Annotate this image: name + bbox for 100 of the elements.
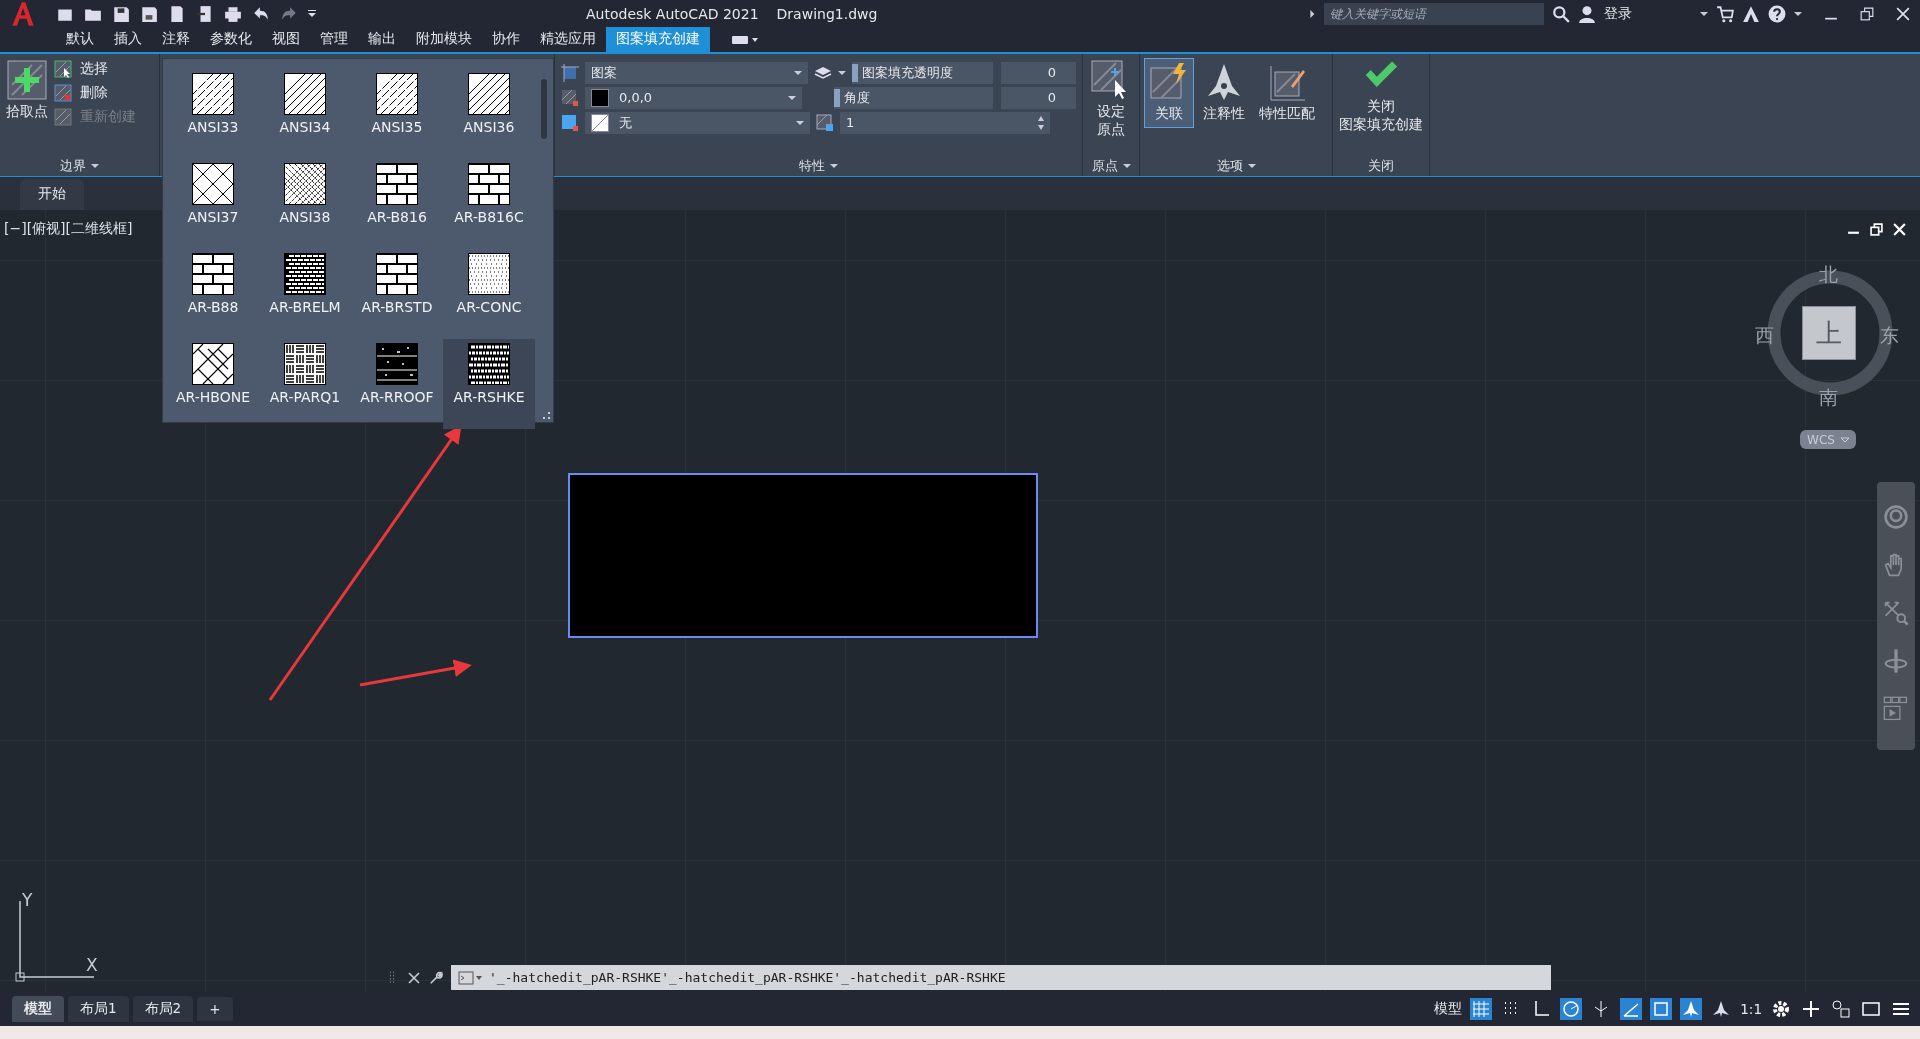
panel-title[interactable]: 边界 xyxy=(60,156,86,176)
annotation-scale-button[interactable]: 1:1 xyxy=(1740,1001,1762,1017)
angle-slider[interactable]: 角度 xyxy=(833,86,993,109)
wrench-icon[interactable] xyxy=(429,969,443,986)
osnap-icon[interactable] xyxy=(1650,998,1673,1020)
compass-label[interactable]: 南 xyxy=(1819,385,1838,411)
close-hatch-creation-button[interactable]: 关闭 图案填充创建 xyxy=(1337,58,1425,156)
grid-icon[interactable] xyxy=(1470,998,1493,1020)
transparency-slider[interactable]: 图案填充透明度 xyxy=(852,61,993,84)
transparency-field[interactable]: 0 xyxy=(1001,61,1076,84)
slider-thumb[interactable] xyxy=(833,88,840,107)
restore-icon[interactable] xyxy=(1860,6,1874,21)
polar-icon[interactable] xyxy=(1560,998,1583,1020)
ribbon-tab[interactable]: 视图 xyxy=(262,27,310,52)
caret-icon[interactable] xyxy=(830,162,838,170)
print-icon[interactable] xyxy=(224,4,242,23)
hatch-pattern-tile[interactable]: AR-HBONE xyxy=(167,339,259,429)
panel-title[interactable]: 选项 xyxy=(1216,156,1243,176)
close-icon[interactable] xyxy=(1896,6,1910,21)
boundary-button[interactable]: 删除 xyxy=(54,84,136,102)
scale-spinner[interactable]: 1 xyxy=(840,111,1050,134)
layout-tab[interactable]: 布局2 xyxy=(132,996,194,1022)
caret-icon[interactable] xyxy=(1794,9,1802,18)
ribbon-tab[interactable]: 注释 xyxy=(152,27,200,52)
hatch-pattern-tile[interactable]: AR-RSHKE xyxy=(443,339,535,429)
document-icon[interactable] xyxy=(168,4,186,23)
expand-arrow-icon[interactable] xyxy=(1308,9,1316,18)
triangle-logo-icon[interactable] xyxy=(1742,4,1760,23)
model-space-button[interactable]: 模型 xyxy=(1434,1000,1463,1018)
option-button[interactable]: 特性匹配 xyxy=(1254,58,1320,128)
layout-tab[interactable]: 布局1 xyxy=(68,996,129,1022)
caret-icon[interactable] xyxy=(1700,9,1708,18)
hatch-pattern-tile[interactable]: AR-B88 xyxy=(167,249,259,339)
viewcube-face[interactable]: 上 xyxy=(1802,306,1856,360)
caret-icon[interactable] xyxy=(796,118,804,127)
command-prompt-icon[interactable] xyxy=(457,970,483,985)
pick-points-button[interactable]: 拾取点 xyxy=(4,58,50,156)
zoom-extents-icon[interactable] xyxy=(1883,600,1909,626)
hatch-pattern-tile[interactable]: AR-PARQ1 xyxy=(259,339,351,429)
hatch-pattern-tile[interactable]: AR-BRSTD xyxy=(351,249,443,339)
orbit-icon[interactable] xyxy=(1883,648,1909,674)
app-logo-icon[interactable] xyxy=(10,0,36,27)
ribbon-tab[interactable]: 附加模块 xyxy=(406,27,482,52)
ribbon-tab[interactable]: 默认 xyxy=(56,27,104,52)
scrollbar[interactable] xyxy=(541,79,547,139)
ribbon-tab[interactable]: 参数化 xyxy=(200,27,262,52)
ribbon-tab[interactable]: 协作 xyxy=(482,27,530,52)
compass-label[interactable]: 西 xyxy=(1755,323,1774,349)
plus-icon[interactable] xyxy=(1800,998,1822,1020)
hatch-pattern-tile[interactable]: AR-RROOF xyxy=(351,339,443,429)
caret-icon[interactable] xyxy=(787,93,796,102)
help-icon[interactable] xyxy=(1768,4,1786,23)
background-color-dropdown[interactable]: 无 xyxy=(585,111,810,134)
ribbon-tab[interactable]: 精选应用 xyxy=(530,27,606,52)
caret-icon[interactable] xyxy=(1247,162,1256,170)
caret-icon[interactable] xyxy=(1122,162,1131,170)
export-icon[interactable] xyxy=(196,4,214,23)
boundary-button[interactable]: 选择 xyxy=(54,60,136,78)
option-button[interactable]: 关联 xyxy=(1144,58,1194,128)
command-line-field[interactable]: '_-hatchedit_pAR-RSHKE'_-hatchedit_pAR-RSHKE'_-hatchedit_pAR-RSHKE xyxy=(451,965,1551,990)
caret-icon[interactable] xyxy=(308,9,316,18)
isolate-icon[interactable] xyxy=(1830,998,1852,1020)
settings-icon[interactable] xyxy=(1770,998,1792,1020)
restore-icon[interactable] xyxy=(1870,223,1883,236)
ribbon-tab[interactable]: 图案填充创建 xyxy=(606,27,710,52)
save-as-icon[interactable] xyxy=(140,4,158,23)
viewport-controls[interactable]: [−][俯视][二维线框] xyxy=(4,220,133,238)
hatch-pattern-tile[interactable]: ANSI36 xyxy=(443,69,535,159)
search-field[interactable]: 键入关键字或短语 xyxy=(1324,2,1544,25)
layout-tab[interactable]: 模型 xyxy=(12,996,64,1022)
panel-title[interactable]: 原点 xyxy=(1091,156,1118,176)
caret-icon[interactable] xyxy=(838,68,847,77)
hatch-color-dropdown[interactable]: 0,0,0 xyxy=(585,86,802,109)
hatch-pattern-tile[interactable]: ANSI33 xyxy=(167,69,259,159)
option-button[interactable]: 注释性 xyxy=(1198,58,1250,128)
set-origin-button[interactable]: 设定原点 xyxy=(1089,58,1133,156)
file-tab[interactable]: 开始 xyxy=(20,179,84,210)
panel-toggle-icon[interactable] xyxy=(730,34,760,46)
cart-icon[interactable] xyxy=(1716,4,1734,23)
hatch-pattern-tile[interactable]: AR-CONC xyxy=(443,249,535,339)
slider-thumb[interactable] xyxy=(852,63,859,82)
hatched-rectangle[interactable] xyxy=(568,473,1038,638)
ribbon-tab[interactable]: 管理 xyxy=(310,27,358,52)
resize-grip-icon[interactable] xyxy=(543,412,551,420)
osnap-track-icon[interactable] xyxy=(1620,998,1643,1020)
sign-in-link[interactable]: 登录 xyxy=(1604,4,1632,23)
search-icon[interactable] xyxy=(1552,4,1570,23)
close-icon[interactable] xyxy=(407,969,421,986)
pattern-type-dropdown[interactable]: 图案 xyxy=(585,61,809,84)
steering-wheel-icon[interactable] xyxy=(1883,504,1909,530)
caret-icon[interactable] xyxy=(91,162,99,170)
panel-title[interactable]: 特性 xyxy=(799,156,825,176)
hatch-pattern-tile[interactable]: ANSI34 xyxy=(259,69,351,159)
ribbon-tab[interactable]: 插入 xyxy=(104,27,152,52)
user-icon[interactable] xyxy=(1578,4,1596,23)
layout-tab[interactable]: + xyxy=(197,997,233,1021)
annotation-icon[interactable] xyxy=(1680,998,1703,1020)
showmotion-icon[interactable] xyxy=(1883,696,1909,722)
hatch-pattern-tile[interactable]: ANSI35 xyxy=(351,69,443,159)
caret-icon[interactable] xyxy=(794,68,803,77)
